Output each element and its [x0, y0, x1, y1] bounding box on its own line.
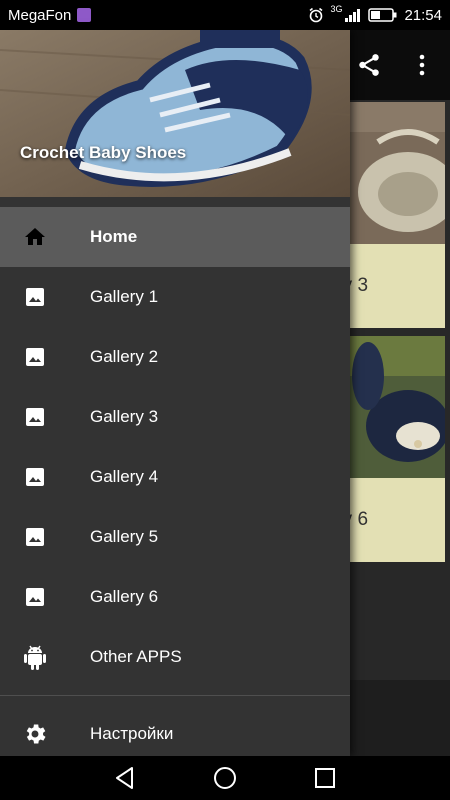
image-icon [26, 528, 44, 546]
drawer-item-settings[interactable]: Настройки [0, 704, 350, 756]
overflow-menu-icon[interactable] [414, 52, 430, 78]
drawer-item-label: Gallery 4 [90, 467, 159, 486]
drawer-item-label: Gallery 1 [90, 287, 159, 306]
status-icons: 3G 21:54 [308, 3, 442, 24]
drawer-item-label: Gallery 2 [90, 347, 159, 366]
network-type-label: 3G [330, 3, 343, 14]
home-icon [25, 228, 45, 245]
image-icon [26, 288, 44, 306]
navigation-drawer: Crochet Baby Shoes Home Gallery 1 Galler… [0, 30, 350, 756]
navigation-bar [0, 756, 450, 800]
drawer-divider [0, 695, 350, 696]
sim-icon [77, 8, 92, 22]
alarm-icon [309, 7, 323, 23]
image-icon [26, 468, 44, 486]
drawer-item-label: Home [90, 227, 138, 246]
carrier-name: MegaFon [8, 6, 72, 24]
drawer-item-gallery-1[interactable]: Gallery 1 [0, 267, 350, 327]
drawer-item-gallery-2[interactable]: Gallery 2 [0, 327, 350, 387]
battery-icon [368, 8, 397, 22]
drawer-menu: Home Gallery 1 Gallery 2 Gallery 3 Galle… [0, 207, 350, 756]
home-button-icon[interactable] [211, 764, 239, 792]
image-icon [26, 588, 44, 606]
android-icon [24, 645, 46, 670]
signal-icon [345, 9, 361, 22]
carrier-group: MegaFon [8, 6, 92, 24]
header-image [0, 30, 350, 197]
drawer-item-gallery-3[interactable]: Gallery 3 [0, 387, 350, 447]
drawer-item-label: Other APPS [90, 647, 182, 666]
drawer-item-label: Gallery 5 [90, 527, 159, 546]
settings-label: Настройки [90, 724, 174, 743]
image-icon [26, 408, 44, 426]
drawer-item-other-apps[interactable]: Other APPS [0, 627, 350, 687]
status-bar: MegaFon 3G 21:54 [0, 0, 450, 30]
drawer-item-gallery-4[interactable]: Gallery 4 [0, 447, 350, 507]
drawer-item-home[interactable]: Home [0, 207, 350, 267]
drawer-item-label: Gallery 6 [90, 587, 159, 606]
share-icon[interactable] [356, 52, 382, 78]
image-icon [26, 348, 44, 366]
drawer-item-label: Gallery 3 [90, 407, 159, 426]
recents-icon[interactable] [312, 764, 338, 792]
drawer-title: Crochet Baby Shoes [20, 143, 187, 162]
back-icon[interactable] [112, 764, 138, 792]
gear-icon [26, 724, 46, 744]
drawer-header: Crochet Baby Shoes [0, 30, 350, 197]
clock: 21:54 [404, 6, 442, 24]
drawer-item-gallery-6[interactable]: Gallery 6 [0, 567, 350, 627]
drawer-item-gallery-5[interactable]: Gallery 5 [0, 507, 350, 567]
